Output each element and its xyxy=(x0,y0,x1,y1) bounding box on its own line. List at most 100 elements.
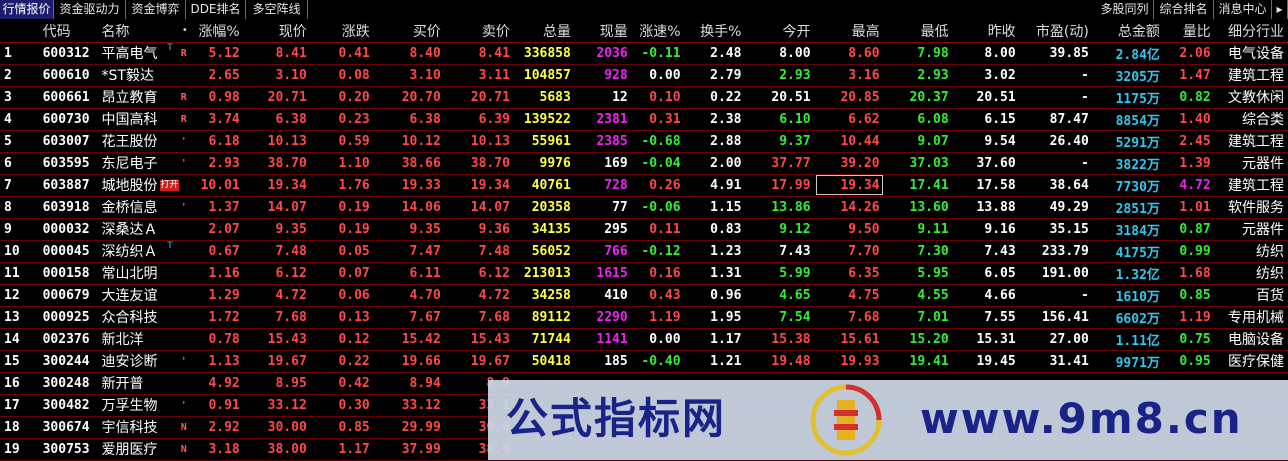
cell-open: 6.10 xyxy=(779,111,811,127)
tab-3[interactable]: DDE排名 xyxy=(186,0,246,19)
cell-speed: -0.11 xyxy=(641,45,681,61)
col-header-17[interactable]: 市盈(动) xyxy=(1019,20,1093,43)
table-row[interactable]: 10 000045 深纺织Ａ T 0.67 7.48 0.05 7.47 7.48 56052 76… xyxy=(0,240,1288,262)
col-header-1[interactable]: 代码 xyxy=(38,20,98,43)
tab-4[interactable]: 多空阵线 xyxy=(246,0,308,19)
cell-name: 花王股份 xyxy=(101,134,158,150)
col-header-18[interactable]: 总金额 xyxy=(1092,20,1164,43)
cell-name: 中国高科 xyxy=(101,112,158,128)
col-header-6[interactable]: 涨跌 xyxy=(310,20,374,43)
tab-5[interactable]: 多股同列 xyxy=(1096,0,1154,19)
table-row[interactable]: 5 603007 花王股份 ' 6.18 10.13 0.59 10.12 10.13 55961… xyxy=(0,130,1288,152)
cell-name: 昂立教育 xyxy=(101,90,158,106)
cell-price: 38.70 xyxy=(267,155,307,171)
cell-n: 9 xyxy=(4,221,12,237)
cell-chg: 6.18 xyxy=(208,133,240,149)
cell-vol: 5683 xyxy=(539,89,571,105)
cell-code: 603007 xyxy=(42,133,90,149)
cell-price: 14.07 xyxy=(267,199,307,215)
cell-low: 20.37 xyxy=(909,89,949,105)
cell-low: 7.98 xyxy=(917,45,949,61)
table-row[interactable]: 11 000158 常山北明 1.16 6.12 0.07 6.11 6.12 213013 16… xyxy=(0,262,1288,284)
tab-6[interactable]: 综合排名 xyxy=(1154,0,1214,19)
col-header-13[interactable]: 今开 xyxy=(745,20,815,43)
tab-2[interactable]: 资金博弈 xyxy=(126,0,186,19)
col-header-3[interactable]: • xyxy=(178,20,191,43)
cell-bid: 6.11 xyxy=(409,265,441,281)
col-header-11[interactable]: 涨速% xyxy=(631,20,685,43)
col-header-5[interactable]: 现价 xyxy=(243,20,311,43)
cell-n: 1 xyxy=(4,45,12,61)
col-header-20[interactable]: 细分行业 xyxy=(1214,20,1288,43)
cell-diff: 0.59 xyxy=(338,133,370,149)
cell-price: 6.38 xyxy=(275,111,307,127)
cell-ind: 医疗保健 xyxy=(1228,354,1284,370)
cell-mark xyxy=(179,328,191,350)
table-row[interactable]: 14 002376 新北洋 0.78 15.43 0.12 15.42 15.43 71744 1… xyxy=(0,328,1288,350)
table-row[interactable]: 8 603918 金桥信息 ' 1.37 14.07 0.19 14.06 14.07 20358… xyxy=(0,196,1288,218)
cell-pe: 26.40 xyxy=(1049,133,1089,149)
cell-turn: 1.95 xyxy=(710,309,742,325)
watermark-right-text: www.9m8.cn xyxy=(920,394,1243,443)
table-row[interactable]: 9 000032 深桑达Ａ 2.07 9.35 0.19 9.35 9.36 34135 295 0… xyxy=(0,218,1288,240)
tab-7[interactable]: 消息中心 xyxy=(1214,0,1272,19)
cell-price: 4.72 xyxy=(275,287,307,303)
cell-code: 000032 xyxy=(42,221,90,237)
cell-code: 600730 xyxy=(42,111,90,127)
cell-ask: 19.34 xyxy=(470,177,510,193)
cell-n: 17 xyxy=(4,397,20,413)
col-header-14[interactable]: 最高 xyxy=(814,20,884,43)
cell-ask: 19.67 xyxy=(470,353,510,369)
cell-n: 10 xyxy=(4,243,20,259)
tab-8[interactable]: ▸ xyxy=(1272,0,1288,19)
cell-amt: 2851万 xyxy=(1115,201,1160,217)
table-row[interactable]: 7 603887 城地股份 打开 10.01 19.34 1.76 19.33 19.34 407… xyxy=(0,174,1288,196)
table-row[interactable]: 13 000925 众合科技 1.72 7.68 0.13 7.67 7.68 89112 229… xyxy=(0,306,1288,328)
tab-1[interactable]: 资金驱动力 xyxy=(54,0,126,19)
table-row[interactable]: 6 603595 东尼电子 ' 2.93 38.70 1.10 38.66 38.70 9976 1… xyxy=(0,152,1288,174)
table-row[interactable]: 1 600312 平高电气 T R 5.12 8.41 0.41 8.40 8.41 336858 2… xyxy=(0,42,1288,64)
cell-prev: 37.60 xyxy=(976,155,1016,171)
table-row[interactable]: 2 600610 *ST毅达 2.65 3.10 0.08 3.10 3.11 104857 92… xyxy=(0,64,1288,86)
table-row[interactable]: 3 600661 昂立教育 R 0.98 20.71 0.20 20.70 20.71 5683 1… xyxy=(0,86,1288,108)
cell-ind: 建筑工程 xyxy=(1228,178,1284,194)
table-row[interactable]: 4 600730 中国高科 R 3.74 6.38 0.23 6.38 6.39 139522 23… xyxy=(0,108,1288,130)
col-header-15[interactable]: 最低 xyxy=(883,20,953,43)
cell-prev: 9.16 xyxy=(984,221,1016,237)
cell-ind: 纺织 xyxy=(1256,266,1284,282)
cell-vol: 89112 xyxy=(531,309,571,325)
col-header-9[interactable]: 总量 xyxy=(513,20,575,43)
cell-turn: 2.48 xyxy=(710,45,742,61)
col-header-16[interactable]: 昨收 xyxy=(952,20,1020,43)
cell-high: 8.60 xyxy=(848,45,880,61)
cell-ratio: 2.06 xyxy=(1179,45,1211,61)
table-row[interactable]: 12 000679 大连友谊 1.29 4.72 0.06 4.70 4.72 34258 410… xyxy=(0,284,1288,306)
col-header-12[interactable]: 换手% xyxy=(684,20,746,43)
table-row[interactable]: 15 300244 迪安诊断 ' 1.13 19.67 0.22 19.66 19.67 5041… xyxy=(0,350,1288,372)
cell-n: 5 xyxy=(4,133,12,149)
cell-speed: 0.43 xyxy=(649,287,681,303)
cell-open: 9.37 xyxy=(779,133,811,149)
cell-price: 7.68 xyxy=(275,309,307,325)
col-header-19[interactable]: 量比 xyxy=(1163,20,1215,43)
cell-ratio: 0.85 xyxy=(1179,287,1211,303)
cell-mark xyxy=(179,64,191,86)
cell-amt: 6602万 xyxy=(1115,311,1160,327)
col-header-7[interactable]: 买价 xyxy=(373,20,445,43)
col-header-2[interactable]: 名称 xyxy=(97,20,179,43)
cell-n: 12 xyxy=(4,287,20,303)
cell-ind: 综合类 xyxy=(1242,112,1284,128)
cell-speed: 0.16 xyxy=(649,265,681,281)
cell-cur: 410 xyxy=(604,287,628,303)
tab-bar: 行情报价 资金驱动力 资金博弈 DDE排名 多空阵线 多股同列 综合排名 消息中心 ▸ xyxy=(0,0,1288,20)
col-header-8[interactable]: 卖价 xyxy=(444,20,514,43)
col-header-0[interactable] xyxy=(0,20,39,43)
col-header-4[interactable]: 涨幅% xyxy=(190,20,244,43)
cell-high: 10.44 xyxy=(840,133,880,149)
cell-pe: 191.00 xyxy=(1041,265,1089,281)
cell-vol: 336858 xyxy=(523,45,571,61)
tab-0[interactable]: 行情报价 xyxy=(0,0,54,19)
col-header-10[interactable]: 现量 xyxy=(574,20,632,43)
cell-ask: 7.48 xyxy=(478,243,510,259)
cell-prev: 4.66 xyxy=(984,287,1016,303)
